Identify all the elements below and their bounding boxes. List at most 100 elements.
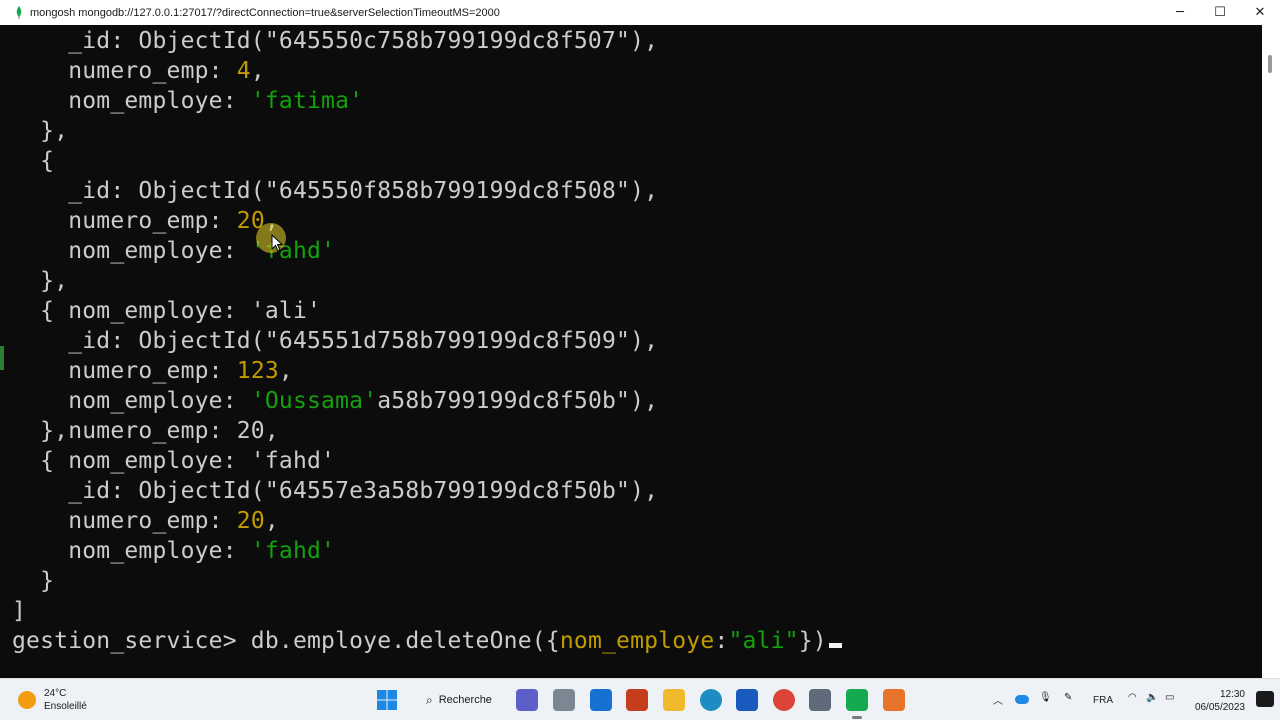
terminal-line: _id: ObjectId("645550c758b799199dc8f507"… (12, 26, 658, 56)
terminal-line: { nom_employe: 'fahd' (12, 446, 335, 476)
terminal-line: }, (12, 116, 68, 146)
terminal-line: nom_employe: 'fahd' (12, 536, 335, 566)
terminal-text-segment: nom_employe: (12, 238, 251, 264)
file-explorer-icon[interactable] (663, 689, 685, 711)
onedrive-icon[interactable] (1015, 695, 1029, 704)
terminal-line: } (12, 566, 54, 596)
close-button[interactable]: ✕ (1240, 0, 1280, 25)
terminal-text-segment: }, (12, 118, 69, 144)
search-label: Recherche (438, 694, 492, 706)
screen-recorder-icon[interactable] (883, 689, 905, 711)
terminal-line: numero_emp: 20, (12, 506, 279, 536)
notification-icon[interactable] (1256, 691, 1274, 707)
terminal-line: gestion_service> db.employe.deleteOne({n… (12, 626, 842, 656)
terminal-line: numero_emp: 123, (12, 356, 293, 386)
volume-icon[interactable]: 🔈 (1146, 692, 1158, 703)
terminal-text-segment: 123 (236, 358, 279, 384)
wifi-icon[interactable]: ◠ (1128, 692, 1137, 703)
chrome-icon[interactable] (773, 689, 795, 711)
store-icon[interactable] (553, 689, 575, 711)
terminal-text-segment: _id: ObjectId("645551d758b799199dc8f509"… (12, 328, 659, 354)
weather-widget[interactable]: 24°C Ensoleillé (18, 687, 87, 713)
window-title-bar: mongosh mongodb://127.0.0.1:27017/?direc… (0, 0, 1280, 25)
terminal-text-segment: , (264, 508, 279, 534)
terminal-line: nom_employe: 'fatima' (12, 86, 363, 116)
terminal-line: _id: ObjectId("645551d758b799199dc8f509"… (12, 326, 658, 356)
terminal-text-segment: 'fatima' (250, 88, 364, 114)
terminal-text-segment: nom_employe (559, 628, 715, 654)
terminal-text-segment: numero_emp: (12, 58, 237, 84)
terminal-text-segment: , (278, 358, 293, 384)
terminal-line: nom_employe: 'fahd' (12, 236, 335, 266)
clock-date: 06/05/2023 (1194, 702, 1245, 713)
terminal-line: { (12, 146, 54, 176)
terminal-text-segment: 'Oussama' (250, 388, 378, 414)
terminal-text-segment: _id: ObjectId("645550f858b799199dc8f508"… (12, 178, 659, 204)
chevron-up-icon[interactable]: ︿ (993, 692, 1003, 707)
terminal-text-segment: a58b799199dc8f50b"), (377, 388, 659, 414)
terminal-text-segment: gestion_service> db.employe.deleteOne({ (12, 628, 560, 654)
window-title: mongosh mongodb://127.0.0.1:27017/?direc… (30, 6, 500, 19)
terminal-text-segment: nom_employe: (12, 538, 251, 564)
terminal-text-segment: { nom_employe: 'ali' (12, 298, 322, 324)
mouse-pointer-icon (271, 233, 284, 256)
terminal-line: }, (12, 266, 68, 296)
powerpoint-icon[interactable] (626, 689, 648, 711)
microphone-icon[interactable]: 🎙 (1039, 692, 1052, 703)
terminal-text-segment: nom_employe: (12, 388, 251, 414)
language-indicator[interactable]: FRA (1093, 695, 1113, 706)
terminal-text-segment: _id: ObjectId("645550c758b799199dc8f507"… (12, 28, 659, 54)
minimize-button[interactable]: ─ (1160, 0, 1200, 25)
terminal-text-segment: 'fahd' (250, 538, 336, 564)
search-icon: ⌕ (426, 692, 433, 707)
terminal-text-segment: numero_emp: (12, 508, 237, 534)
terminal-line: _id: ObjectId("645550f858b799199dc8f508"… (12, 176, 658, 206)
text-cursor (828, 643, 842, 648)
terminal-text-segment: { (12, 148, 55, 174)
terminal-text-segment: : (714, 628, 729, 654)
weather-temperature: 24°C (44, 688, 67, 699)
terminal-text-segment: 20 (236, 508, 265, 534)
terminal-text-segment: numero_emp: (12, 208, 237, 234)
weather-description: Ensoleillé (44, 701, 87, 712)
taskbar-search[interactable]: ⌕ Recherche (414, 688, 508, 712)
clock-time: 12:30 (1219, 689, 1245, 700)
mongodb-leaf-icon (14, 6, 24, 20)
teams-icon[interactable] (516, 689, 538, 711)
word-icon[interactable] (736, 689, 758, 711)
terminal-text-segment: , (250, 58, 265, 84)
terminal-line: ] (12, 596, 26, 626)
terminal-text-segment: },numero_emp: 20, (12, 418, 279, 444)
terminal-line: _id: ObjectId("64557e3a58b799199dc8f50b"… (12, 476, 658, 506)
pen-icon[interactable]: ✎ (1064, 692, 1072, 703)
snipping-tool-icon[interactable] (809, 689, 831, 711)
terminal-text-segment: "ali" (728, 628, 799, 654)
vertical-scrollbar[interactable] (1262, 25, 1280, 678)
windows-start-icon[interactable] (376, 689, 398, 711)
maximize-button[interactable]: ☐ (1200, 0, 1240, 25)
terminal-line: numero_emp: 4, (12, 56, 265, 86)
sun-icon (18, 691, 36, 709)
terminal-text-segment: ] (12, 598, 27, 624)
terminal-text-segment: 4 (236, 58, 251, 84)
terminal-line: { nom_employe: 'ali' (12, 296, 321, 326)
mail-icon[interactable] (590, 689, 612, 711)
terminal-text-segment: }, (12, 268, 69, 294)
terminal-text-segment: { nom_employe: 'fahd' (12, 448, 336, 474)
battery-icon[interactable]: ▭ (1165, 692, 1174, 703)
terminal-text-segment: numero_emp: (12, 358, 237, 384)
scrollbar-thumb[interactable] (1268, 55, 1272, 73)
terminal-text-segment: } (12, 568, 55, 594)
scroll-mark (0, 346, 4, 370)
terminal-output[interactable]: _id: ObjectId("645550c758b799199dc8f507"… (0, 25, 1262, 678)
edge-icon[interactable] (700, 689, 722, 711)
system-clock[interactable]: 12:30 06/05/2023 (1195, 688, 1245, 714)
terminal-text-segment: nom_employe: (12, 88, 251, 114)
terminal-text-segment: }) (798, 628, 827, 654)
terminal-line: },numero_emp: 20, (12, 416, 279, 446)
active-app-indicator (852, 716, 862, 719)
terminal-text-segment: _id: ObjectId("64557e3a58b799199dc8f50b"… (12, 478, 659, 504)
terminal-line: numero_emp: 20, (12, 206, 279, 236)
mongodb-compass-icon[interactable] (846, 689, 868, 711)
taskbar: 24°C Ensoleillé ⌕ Recherche ︿ 🎙 ✎ FRA ◠ … (0, 678, 1280, 720)
